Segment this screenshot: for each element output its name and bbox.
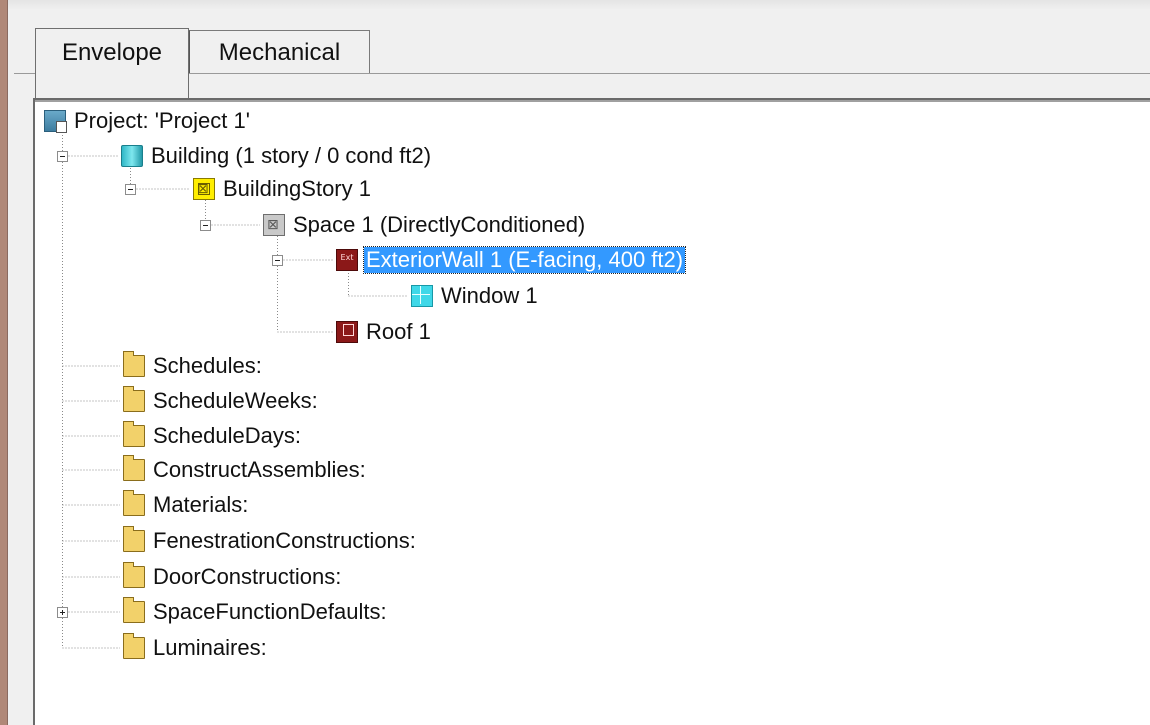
exterior-wall-collapse-toggle[interactable] xyxy=(272,255,283,266)
tree-node-label: Window 1 xyxy=(441,283,538,308)
tree-folder-schedule-days[interactable]: ScheduleDays: xyxy=(123,420,303,452)
story-collapse-toggle[interactable] xyxy=(125,184,136,195)
tree-node-label: ConstructAssemblies: xyxy=(153,457,366,482)
tree-folder-door-constructions[interactable]: DoorConstructions: xyxy=(123,561,343,593)
tab-mechanical[interactable]: Mechanical xyxy=(189,30,370,74)
tree-folder-schedules[interactable]: Schedules: xyxy=(123,350,264,382)
tree-node-label: SpaceFunctionDefaults: xyxy=(153,599,387,624)
window-top-edge xyxy=(0,0,1150,10)
window-icon xyxy=(411,285,433,307)
tree-node-window[interactable]: Window 1 xyxy=(411,280,540,312)
tree-node-label: ScheduleDays: xyxy=(153,423,301,448)
tree-node-label: Roof 1 xyxy=(366,319,431,344)
tree-node-label: DoorConstructions: xyxy=(153,564,342,589)
tree-folder-fenestration-constructions[interactable]: FenestrationConstructions: xyxy=(123,525,418,557)
window-left-border xyxy=(0,0,8,725)
tree-node-label: Project: 'Project 1' xyxy=(74,108,250,133)
space-function-defaults-expand-toggle[interactable] xyxy=(57,607,68,618)
folder-icon xyxy=(123,386,145,412)
tree-folder-materials[interactable]: Materials: xyxy=(123,489,250,521)
tree-folder-space-function-defaults[interactable]: SpaceFunctionDefaults: xyxy=(123,596,389,628)
tree-node-label: ScheduleWeeks: xyxy=(153,388,318,413)
folder-icon xyxy=(123,455,145,481)
building-collapse-toggle[interactable] xyxy=(57,151,68,162)
tree-node-label: Building (1 story / 0 cond ft2) xyxy=(151,143,432,168)
exterior-wall-icon: Ext xyxy=(336,249,358,271)
tree-node-roof[interactable]: Roof 1 xyxy=(336,316,433,348)
tree-node-building[interactable]: Building (1 story / 0 cond ft2) xyxy=(121,140,433,172)
tree-node-label: Materials: xyxy=(153,492,249,517)
tree-node-label: BuildingStory 1 xyxy=(223,176,371,201)
tree-node-space[interactable]: Space 1 (DirectlyConditioned) xyxy=(263,209,587,241)
tree-node-project[interactable]: Project: 'Project 1' xyxy=(44,105,252,137)
tree-node-label: Space 1 (DirectlyConditioned) xyxy=(293,212,586,237)
building-story-icon xyxy=(193,178,215,200)
folder-icon xyxy=(123,526,145,552)
tree-folder-schedule-weeks[interactable]: ScheduleWeeks: xyxy=(123,385,320,417)
tree-node-label: FenestrationConstructions: xyxy=(153,528,416,553)
folder-icon xyxy=(123,421,145,447)
tree-panel-inner-shadow xyxy=(35,100,1150,102)
space-collapse-toggle[interactable] xyxy=(200,220,211,231)
tab-mechanical-label: Mechanical xyxy=(218,38,341,66)
roof-icon xyxy=(336,321,358,343)
tree-node-label: ExteriorWall 1 (E-facing, 400 ft2) xyxy=(362,246,687,274)
tree-folder-luminaires[interactable]: Luminaires: xyxy=(123,632,269,664)
folder-icon xyxy=(123,490,145,516)
space-icon xyxy=(263,214,285,236)
building-icon xyxy=(121,145,143,167)
tree-folder-construct-assemblies[interactable]: ConstructAssemblies: xyxy=(123,454,368,486)
tab-envelope-label: Envelope xyxy=(61,39,163,66)
tree-node-exterior-wall[interactable]: Ext ExteriorWall 1 (E-facing, 400 ft2) xyxy=(336,244,687,276)
folder-icon xyxy=(123,633,145,659)
folder-icon xyxy=(123,597,145,623)
tree-node-label: Luminaires: xyxy=(153,635,267,660)
tree-node-label: Schedules: xyxy=(153,353,262,378)
tree-node-building-story[interactable]: BuildingStory 1 xyxy=(193,173,373,205)
folder-icon xyxy=(123,351,145,377)
folder-icon xyxy=(123,562,145,588)
tab-envelope[interactable]: Envelope xyxy=(35,28,189,98)
project-icon xyxy=(44,110,67,133)
